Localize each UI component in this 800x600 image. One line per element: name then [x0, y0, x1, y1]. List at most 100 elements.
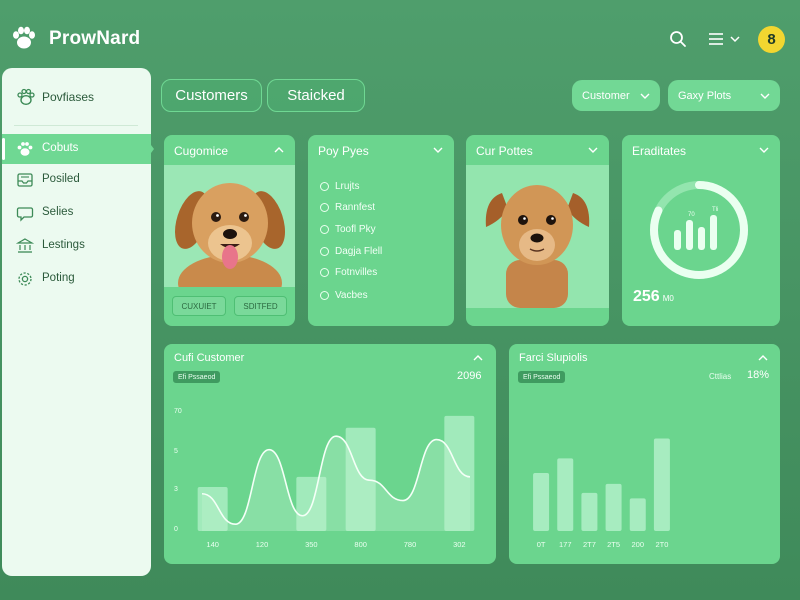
- list-item-label: Fotnvilles: [335, 266, 378, 278]
- circle-icon: [320, 267, 329, 277]
- x-tick-label: 302: [453, 540, 466, 549]
- circle-icon: [320, 224, 329, 234]
- customer-filter-label: Customer: [582, 89, 630, 102]
- chevron-down-icon[interactable]: [432, 144, 444, 156]
- bar: [557, 458, 574, 531]
- chevron-down-icon[interactable]: [758, 144, 770, 156]
- bar: [653, 438, 670, 531]
- chart-value: 18%: [747, 369, 770, 381]
- card-title: Poy Pyes: [318, 144, 369, 158]
- cur-pets-card: Cur Pottes: [466, 135, 609, 326]
- list-item[interactable]: Lrujts: [320, 179, 359, 193]
- sidebar: Povfiases Cobuts Posiled Selies Lestings…: [2, 68, 151, 576]
- y-tick-label: 0: [174, 526, 178, 533]
- top-header: ProwNard 8: [0, 0, 800, 70]
- card-title: Eraditates: [632, 144, 687, 158]
- bar: [533, 472, 550, 531]
- bar: [629, 498, 646, 531]
- bank-icon: [16, 238, 34, 253]
- y-tick-label: 5: [174, 448, 178, 455]
- chevron-up-icon[interactable]: [472, 352, 484, 364]
- sidebar-item-poting[interactable]: Poting: [2, 264, 151, 294]
- stats-card: Eraditates 70 Tli 256 M0: [622, 135, 780, 326]
- puppy-photo: [466, 165, 609, 308]
- stat-value: 256 M0: [633, 288, 674, 306]
- list-item[interactable]: Dagja Flell: [320, 244, 382, 258]
- paw-icon: [17, 88, 35, 106]
- card-title: Cur Pottes: [476, 144, 533, 158]
- customer-filter-dropdown[interactable]: Customer: [572, 80, 660, 111]
- chevron-down-icon: [640, 93, 650, 99]
- gear-icon: [18, 272, 32, 286]
- chevron-down-icon[interactable]: [587, 144, 599, 156]
- x-tick-label: 800: [354, 540, 367, 549]
- list-item[interactable]: Toofl Pky: [320, 222, 376, 236]
- list-item-label: Rannfest: [335, 201, 376, 213]
- stat-number: 256: [633, 288, 660, 305]
- paw-icon: [17, 142, 33, 156]
- circle-icon: [320, 181, 329, 191]
- customer-chart-card: Cufi Customer Efi Pssaeod 2096 70 5 3 0 140 1…: [164, 344, 496, 564]
- chart-value-label: Cttlias: [709, 372, 732, 381]
- puppy-image: [174, 183, 286, 311]
- y-tick-label: 3: [174, 486, 178, 493]
- tab-staicked[interactable]: Staicked: [267, 79, 365, 112]
- plots-filter-dropdown[interactable]: Gaxy Plots: [668, 80, 780, 111]
- sidebar-item-label: Posiled: [42, 173, 80, 185]
- edited-button[interactable]: SDITFED: [234, 296, 287, 316]
- gauge-label: 70: [688, 212, 695, 218]
- gauge-label: Tli: [712, 207, 718, 213]
- sidebar-item-label: Lestings: [42, 239, 85, 251]
- sidebar-item-selies[interactable]: Selies: [2, 198, 151, 228]
- chevron-up-icon[interactable]: [273, 144, 285, 156]
- plots-filter-label: Gaxy Plots: [678, 89, 732, 102]
- x-tick-label: 120: [256, 540, 269, 549]
- customer-bar-line-chart: 70 5 3 0 140 120 350 800 780 302: [174, 408, 475, 549]
- circle-icon: [320, 202, 329, 212]
- list-item-label: Vacbes: [335, 289, 368, 301]
- menu-dropdown[interactable]: [708, 30, 748, 48]
- x-tick-label: 2T5: [607, 540, 620, 549]
- bar: [605, 483, 622, 531]
- search-icon[interactable]: [668, 29, 688, 49]
- list-item-label: Toofl Pky: [335, 223, 376, 235]
- puppy-photo: [164, 165, 295, 311]
- sidebar-item-lestings[interactable]: Lestings: [2, 231, 151, 261]
- sidebar-header[interactable]: Povfiases: [2, 68, 151, 124]
- brand-name[interactable]: ProwNard: [49, 28, 140, 50]
- x-tick-label: 0T: [537, 540, 546, 549]
- circle-icon: [320, 290, 329, 300]
- x-tick-label: 2T7: [583, 540, 596, 549]
- chevron-down-icon: [760, 93, 770, 99]
- chart-title: Farci Slupiolis: [519, 352, 588, 364]
- line-area: [202, 436, 470, 531]
- customer-button[interactable]: CUXUIET: [172, 296, 226, 316]
- list-item[interactable]: Fotnvilles: [320, 265, 377, 279]
- x-tick-label: 200: [631, 540, 644, 549]
- chat-icon: [16, 207, 34, 222]
- tab-customers[interactable]: Customers: [161, 79, 262, 112]
- list-item[interactable]: Vacbes: [320, 288, 368, 302]
- notification-badge[interactable]: 8: [758, 26, 785, 53]
- paw-icon[interactable]: [10, 24, 38, 52]
- chevron-down-icon: [730, 36, 740, 43]
- puppy-image: [485, 185, 590, 308]
- sidebar-item-label: Cobuts: [42, 142, 79, 154]
- sample-bar-chart: 0T 177 2T7 2T5 200 2T0: [533, 438, 670, 549]
- sidebar-header-label: Povfiases: [42, 90, 95, 104]
- bar: [581, 492, 598, 531]
- chevron-up-icon[interactable]: [757, 352, 769, 364]
- stat-unit: M0: [662, 294, 674, 303]
- circle-icon: [320, 246, 329, 256]
- chart-value: 2096: [457, 370, 482, 382]
- card-title: Cugomice: [174, 144, 229, 158]
- sidebar-item-label: Selies: [42, 206, 74, 218]
- y-tick-label: 70: [174, 408, 182, 415]
- customer-card: Cugomice CUXUIET SDITFED: [164, 135, 295, 326]
- divider: [14, 125, 138, 126]
- sidebar-item-cobuts[interactable]: Cobuts: [2, 134, 151, 164]
- sidebar-item-posiled[interactable]: Posiled: [2, 165, 151, 195]
- sidebar-item-label: Poting: [42, 272, 75, 284]
- active-indicator: [148, 141, 154, 157]
- list-item[interactable]: Rannfest: [320, 200, 375, 214]
